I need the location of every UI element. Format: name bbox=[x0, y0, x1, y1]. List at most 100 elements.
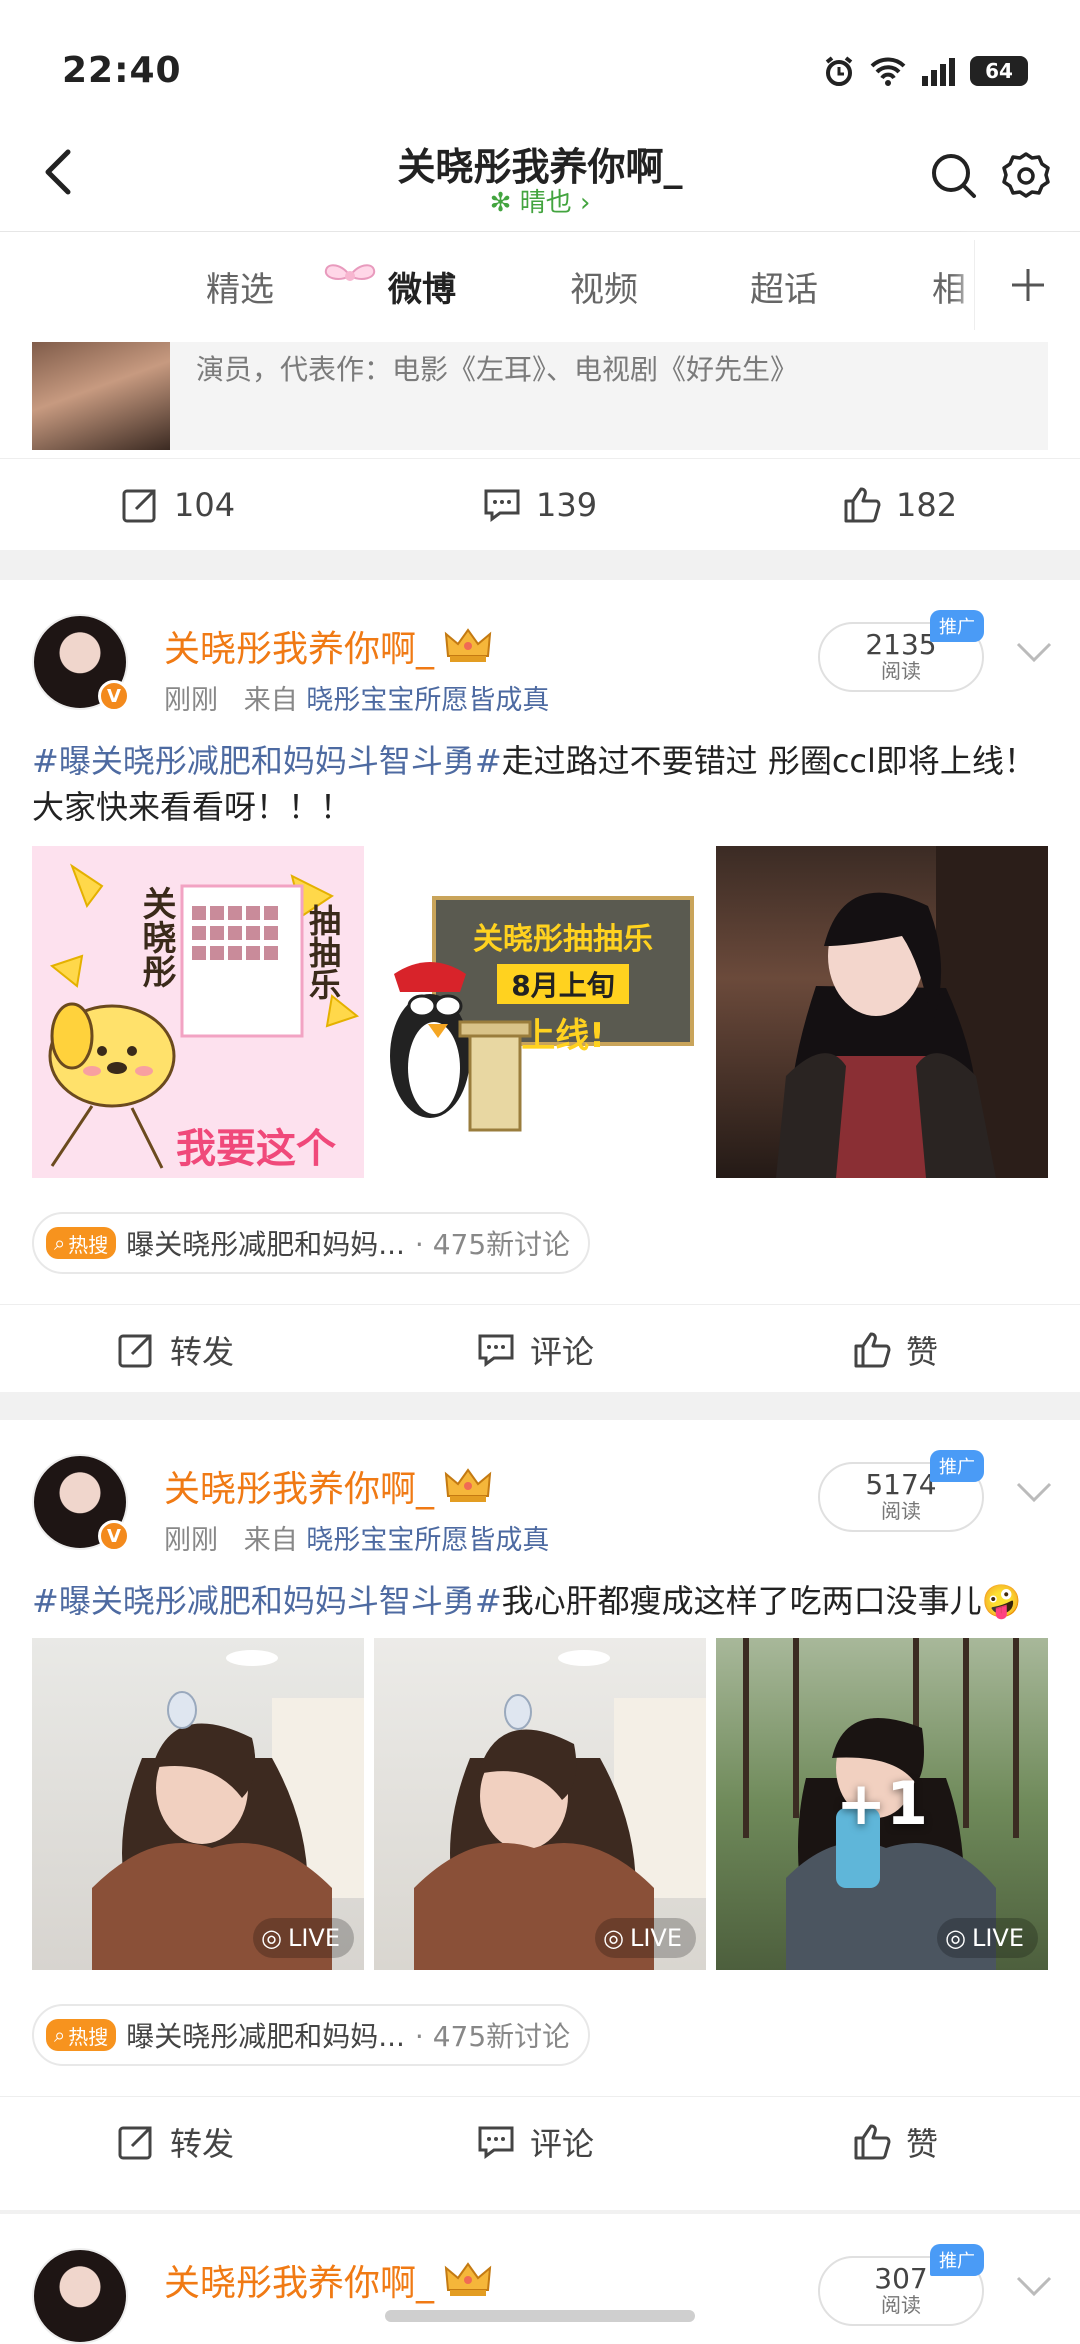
post-image[interactable]: ◎ LIVE bbox=[32, 1638, 364, 1970]
image-caption: 抽抽乐 bbox=[304, 904, 342, 1000]
chevron-down-icon[interactable] bbox=[1014, 640, 1054, 664]
post-source[interactable]: 晓彤宝宝所愿皆成真 bbox=[306, 1525, 549, 1556]
search-icon[interactable] bbox=[926, 148, 982, 204]
like-button[interactable]: 赞 bbox=[852, 2097, 938, 2187]
avatar[interactable] bbox=[32, 2248, 128, 2344]
verified-badge-icon: V bbox=[98, 1520, 130, 1552]
penguin-illustration bbox=[390, 962, 532, 1132]
username[interactable]: 关晓彤我养你啊_ bbox=[164, 2254, 492, 2306]
like-label: 赞 bbox=[906, 2125, 939, 2163]
post-time: 刚刚 bbox=[164, 685, 218, 716]
like-button[interactable]: 182 bbox=[842, 459, 957, 550]
thumbs-up-icon bbox=[854, 1332, 891, 1368]
comment-button[interactable]: 评论 bbox=[476, 2097, 594, 2187]
tab-weibo[interactable]: 微博 bbox=[388, 262, 456, 311]
comment-button[interactable]: 评论 bbox=[476, 1305, 594, 1395]
repost-button[interactable]: 转发 bbox=[116, 2097, 234, 2187]
read-label: 阅读 bbox=[881, 1499, 921, 1523]
plus-icon bbox=[1011, 269, 1044, 301]
feed-card: V 关晓彤我养你啊_ 刚刚 来自 晓彤宝宝所愿皆成真 2135 阅读 推广 #曝… bbox=[0, 580, 1080, 1392]
repost-button[interactable]: 104 bbox=[120, 459, 235, 550]
username-text: 关晓彤我养你啊_ bbox=[164, 629, 435, 670]
feed-card-partial: 演员，代表作：电影《左耳》、电视剧《好先生》 104 139 182 bbox=[0, 342, 1080, 550]
live-photo-badge: ◎ LIVE bbox=[937, 1918, 1038, 1958]
hot-topic: 曝关晓彤减肥和妈妈... bbox=[126, 2020, 405, 2053]
promo-badge: 推广 bbox=[930, 610, 984, 642]
post-image[interactable]: 关晓彤 抽抽乐 我要这个 bbox=[32, 846, 364, 1178]
read-label: 阅读 bbox=[881, 659, 921, 683]
card-actions: 104 139 182 bbox=[0, 458, 1080, 550]
bow-decoration-icon bbox=[322, 254, 378, 304]
post-image[interactable]: +1 ◎ LIVE bbox=[716, 1638, 1048, 1970]
chevron-down-icon[interactable] bbox=[1014, 2274, 1054, 2298]
quoted-description: 演员，代表作：电影《左耳》、电视剧《好先生》 bbox=[196, 353, 799, 386]
username[interactable]: 关晓彤我养你啊_ bbox=[164, 620, 492, 672]
hashtag-link[interactable]: #曝关晓彤减肥和妈妈斗智斗勇# bbox=[32, 1582, 502, 1620]
feed-card-partial: 关晓彤我养你啊_ 307 阅读 推广 bbox=[0, 2214, 1080, 2344]
search-small-icon: ⌕ bbox=[54, 1231, 66, 1255]
wifi-icon bbox=[870, 57, 906, 86]
repost-icon bbox=[118, 1334, 152, 1368]
repost-count: 104 bbox=[174, 486, 236, 524]
post-source[interactable]: 晓彤宝宝所愿皆成真 bbox=[306, 685, 549, 716]
post-image[interactable]: ◎ LIVE bbox=[374, 1638, 706, 1970]
tab-supertopic[interactable]: 超话 bbox=[750, 262, 818, 311]
snowflake-icon: ✻ bbox=[489, 188, 520, 218]
crown-icon bbox=[444, 1468, 492, 1502]
hot-search-pill[interactable]: ⌕ 热搜 曝关晓彤减肥和妈妈... · 475新讨论 bbox=[32, 1212, 591, 1274]
hot-badge-label: 热搜 bbox=[68, 1232, 109, 1257]
live-icon: ◎ bbox=[261, 1924, 282, 1952]
chevron-down-icon[interactable] bbox=[1014, 1480, 1054, 1504]
live-icon: ◎ bbox=[603, 1924, 624, 1952]
post-body: 我心肝都瘦成这样了吃两口没事儿🤪 bbox=[501, 1582, 1022, 1620]
username[interactable]: 关晓彤我养你啊_ bbox=[164, 1460, 492, 1512]
tab-featured[interactable]: 精选 bbox=[206, 262, 274, 311]
weather-subtitle[interactable]: ✻ 晴也 › bbox=[0, 182, 1080, 219]
post-meta: 刚刚 来自 晓彤宝宝所愿皆成真 bbox=[164, 678, 549, 717]
hot-badge-label: 热搜 bbox=[68, 2024, 109, 2049]
hot-search-pill[interactable]: ⌕ 热搜 曝关晓彤减肥和妈妈... · 475新讨论 bbox=[32, 2004, 591, 2066]
comment-label: 评论 bbox=[530, 2125, 595, 2163]
alarm-icon bbox=[825, 56, 853, 86]
source-prefix: 来自 bbox=[243, 685, 298, 716]
hot-topic: 曝关晓彤减肥和妈妈... bbox=[126, 1228, 405, 1261]
post-image[interactable] bbox=[716, 846, 1048, 1178]
status-bar: 22:40 64 bbox=[0, 0, 1080, 130]
repost-label: 转发 bbox=[170, 1333, 235, 1371]
post-text: #曝关晓彤减肥和妈妈斗智斗勇#走过路过不要错过 彤圈ccl即将上线！大家快来看看… bbox=[32, 738, 1052, 830]
like-button[interactable]: 赞 bbox=[852, 1305, 938, 1395]
quoted-profile[interactable]: 演员，代表作：电影《左耳》、电视剧《好先生》 bbox=[32, 342, 1048, 450]
feed-card: V 关晓彤我养你啊_ 刚刚 来自 晓彤宝宝所愿皆成真 5174 阅读 推广 #曝… bbox=[0, 1420, 1080, 2210]
hashtag-link[interactable]: #曝关晓彤减肥和妈妈斗智斗勇# bbox=[32, 742, 502, 780]
promo-badge: 推广 bbox=[930, 1450, 984, 1482]
tab-video[interactable]: 视频 bbox=[570, 262, 638, 311]
home-indicator[interactable] bbox=[385, 2310, 695, 2322]
comment-icon bbox=[484, 489, 520, 522]
post-image[interactable]: 关晓彤抽抽乐 8月上旬 上线! bbox=[374, 846, 706, 1178]
tab-album[interactable]: 相 bbox=[932, 262, 966, 311]
read-label: 阅读 bbox=[881, 2293, 921, 2317]
post-meta: 刚刚 来自 晓彤宝宝所愿皆成真 bbox=[164, 1518, 549, 1557]
hot-discussion-count: · 475新讨论 bbox=[414, 2020, 571, 2053]
thumbs-up-icon bbox=[854, 2124, 891, 2160]
crown-icon bbox=[444, 628, 492, 662]
comment-icon bbox=[478, 1334, 514, 1367]
search-small-icon: ⌕ bbox=[54, 2023, 66, 2047]
repost-button[interactable]: 转发 bbox=[116, 1305, 234, 1395]
hot-search-badge: ⌕ 热搜 bbox=[46, 2019, 117, 2051]
live-icon: ◎ bbox=[945, 1924, 966, 1952]
add-tab-button[interactable] bbox=[974, 240, 1080, 330]
comment-count: 139 bbox=[536, 486, 598, 524]
like-count: 182 bbox=[896, 486, 958, 524]
username-text: 关晓彤我养你啊_ bbox=[164, 2263, 435, 2304]
tab-bar: 精选 微博 视频 超话 相 bbox=[0, 232, 1080, 342]
verified-badge-icon: V bbox=[98, 680, 130, 712]
image-caption: 关晓彤 bbox=[136, 886, 176, 988]
gear-icon[interactable] bbox=[998, 148, 1054, 204]
comment-button[interactable]: 139 bbox=[482, 459, 597, 550]
comment-icon bbox=[478, 2126, 514, 2159]
live-label: LIVE bbox=[287, 1924, 340, 1952]
signal-icon bbox=[922, 58, 955, 86]
hot-search-badge: ⌕ 热搜 bbox=[46, 1227, 117, 1259]
live-label: LIVE bbox=[971, 1924, 1024, 1952]
